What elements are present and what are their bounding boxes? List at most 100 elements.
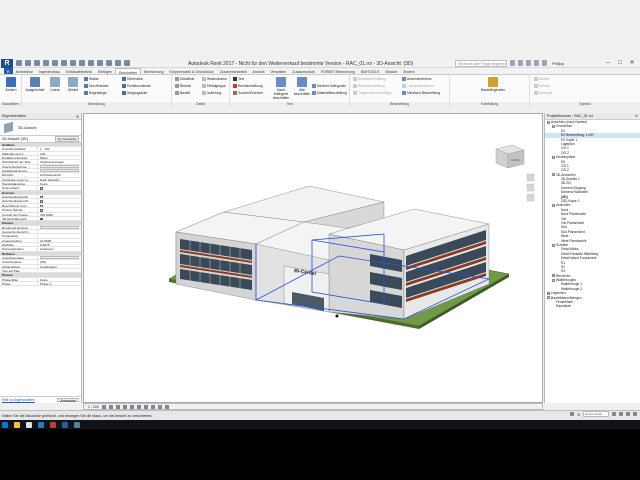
- property-value[interactable]: Mittel: [38, 156, 81, 159]
- tag-all-button[interactable]: Alle beschriften: [293, 77, 311, 96]
- tab-8[interactable]: Zusammenarbeit: [217, 68, 250, 74]
- spot-slope-button[interactable]: Neigungskote: [122, 91, 147, 95]
- tab-10[interactable]: Verwalten: [267, 68, 289, 74]
- property-value[interactable]: Phase 1: [38, 282, 81, 285]
- property-edit-button[interactable]: Bearbeiten...: [40, 164, 79, 169]
- multi-category-button[interactable]: Mehrere Kategorien: [312, 84, 346, 88]
- property-value[interactable]: [38, 208, 81, 212]
- property-checkbox[interactable]: [40, 195, 43, 199]
- multi-rebar-button[interactable]: Mehrfach-Beschriftung: [402, 91, 440, 95]
- crop-view-icon[interactable]: [136, 404, 141, 409]
- outlook-icon[interactable]: [38, 421, 44, 428]
- close-icon[interactable]: ✕: [635, 114, 638, 118]
- arc-length-button[interactable]: Bogenlänge: [84, 91, 107, 95]
- symbol-component-button[interactable]: Bauteil: [534, 77, 549, 81]
- property-value[interactable]: Keine: [38, 278, 81, 281]
- app-taskbar-icon[interactable]: [74, 421, 80, 428]
- tab-0[interactable]: R: [4, 68, 13, 74]
- exchange-icon[interactable]: [526, 60, 531, 66]
- tab-1[interactable]: Architektur: [13, 68, 36, 74]
- subscription-icon[interactable]: [518, 60, 523, 66]
- text-button[interactable]: Text: [233, 77, 244, 81]
- property-edit-button[interactable]: <Keine Auswahl>: [40, 255, 79, 260]
- tab-9[interactable]: Ansicht: [250, 68, 268, 74]
- property-value[interactable]: 1 : 100: [38, 147, 81, 150]
- tab-14[interactable]: Module: [382, 68, 400, 74]
- thin-lines-icon[interactable]: [115, 60, 121, 66]
- expand-icon[interactable]: +: [552, 274, 555, 278]
- select-pinned-icon[interactable]: [626, 412, 630, 416]
- spelling-button[interactable]: Rechtschreibung: [233, 84, 263, 88]
- property-checkbox[interactable]: [40, 204, 43, 208]
- store-icon[interactable]: [26, 421, 32, 428]
- property-value[interactable]: 304,8000: [38, 213, 81, 216]
- property-checkbox[interactable]: [40, 187, 43, 190]
- star-icon[interactable]: [534, 60, 539, 66]
- legend-button[interactable]: Bauteillegenden: [480, 77, 506, 92]
- insulation-button[interactable]: Isolierung: [202, 91, 221, 95]
- property-value[interactable]: [38, 199, 81, 203]
- tab-4[interactable]: Einfügen: [95, 68, 115, 74]
- close-icon[interactable]: ✕: [76, 114, 79, 119]
- property-checkbox[interactable]: [40, 217, 43, 221]
- property-edit-button[interactable]: Bearbeiten...: [40, 225, 79, 229]
- type-selector[interactable]: 3D-Ansicht: [0, 120, 81, 136]
- property-value[interactable]: [38, 230, 81, 233]
- detail-group-button[interactable]: Detailgruppe: [202, 84, 226, 88]
- explorer-icon[interactable]: [14, 421, 20, 428]
- close-windows-icon[interactable]: [124, 60, 130, 66]
- revit-taskbar-icon[interactable]: [62, 421, 68, 428]
- tab-15[interactable]: Ändern: [400, 68, 418, 74]
- detail-line-button[interactable]: Detaillinie: [175, 77, 194, 81]
- view-scale[interactable]: 1 : 100: [88, 405, 99, 409]
- property-value[interactable]: 21,0996: [38, 239, 81, 242]
- property-value[interactable]: [38, 195, 81, 199]
- tab-7[interactable]: Körpermodell & Grundstück: [167, 68, 217, 74]
- collapse-icon[interactable]: -: [552, 155, 555, 159]
- view-reference-button[interactable]: Ansichtsreferenz: [402, 77, 432, 81]
- 3d-model-view[interactable]: Bi-Center LINKS: [84, 114, 544, 404]
- tab-11[interactable]: Zusatzmodule: [289, 68, 318, 74]
- north-arrow-button[interactable]: Nordpfeil: [534, 91, 552, 95]
- modify-button[interactable]: Ändern: [2, 77, 20, 92]
- hide-isolate-icon[interactable]: [157, 404, 162, 409]
- property-value[interactable]: 100: [38, 152, 81, 155]
- spot-coordinate-button[interactable]: Punktkoordinate: [122, 84, 151, 88]
- expand-icon[interactable]: +: [547, 291, 550, 295]
- property-value[interactable]: Keine: [38, 182, 81, 185]
- collapse-icon[interactable]: -: [547, 120, 550, 124]
- region-button[interactable]: Bereich: [175, 84, 191, 88]
- property-edit-button[interactable]: Bearbeiten...: [40, 169, 79, 173]
- close-icon[interactable]: ✕: [626, 59, 638, 67]
- property-value[interactable]: [38, 234, 81, 237]
- design-option-dropdown[interactable]: Hauptmodell: [583, 411, 609, 417]
- property-value[interactable]: Anpassen: [38, 247, 81, 250]
- component-tag-button[interactable]: Bauteilbeschriftung: [353, 77, 386, 81]
- user-icon[interactable]: [542, 60, 547, 66]
- find-replace-button[interactable]: Suchen/Ersetzen: [233, 91, 263, 95]
- 3d-view-icon[interactable]: [97, 60, 103, 66]
- tab-6[interactable]: Berechnung: [141, 68, 166, 74]
- user-name[interactable]: Philipp: [552, 61, 564, 66]
- property-value[interactable]: 6,8275: [38, 243, 81, 246]
- help-search-input[interactable]: Stichwort oder Frage eingeben: [455, 60, 507, 67]
- room-tag-button[interactable]: Raumbeschriftung: [353, 84, 385, 88]
- tag-by-category-button[interactable]: Nach Kategorie beschriften: [270, 77, 292, 100]
- open-icon[interactable]: [16, 60, 22, 66]
- visual-style-icon[interactable]: [108, 404, 113, 409]
- redo-icon[interactable]: [52, 60, 58, 66]
- property-value[interactable]: {3D}: [38, 260, 81, 263]
- property-value[interactable]: Nach Disziplin: [38, 178, 81, 181]
- revision-cloud-button[interactable]: Wolkenkontur: [202, 77, 227, 81]
- property-value[interactable]: Unabhängig: [38, 265, 81, 268]
- powerpoint-icon[interactable]: [50, 421, 56, 428]
- minimize-icon[interactable]: –: [602, 59, 614, 67]
- property-value[interactable]: Original anzeigen: [38, 160, 81, 163]
- material-tag-button[interactable]: Materialbeschriftung: [312, 91, 347, 95]
- properties-help-link[interactable]: Hilfe zu Eigenschaften: [2, 398, 35, 402]
- tab-2[interactable]: Ingenieurbau: [36, 68, 63, 74]
- property-value[interactable]: [38, 269, 81, 272]
- navigation-bar[interactable]: [526, 173, 535, 202]
- angle-dim-button[interactable]: Winkel: [64, 77, 82, 92]
- collapse-icon[interactable]: -: [552, 125, 555, 129]
